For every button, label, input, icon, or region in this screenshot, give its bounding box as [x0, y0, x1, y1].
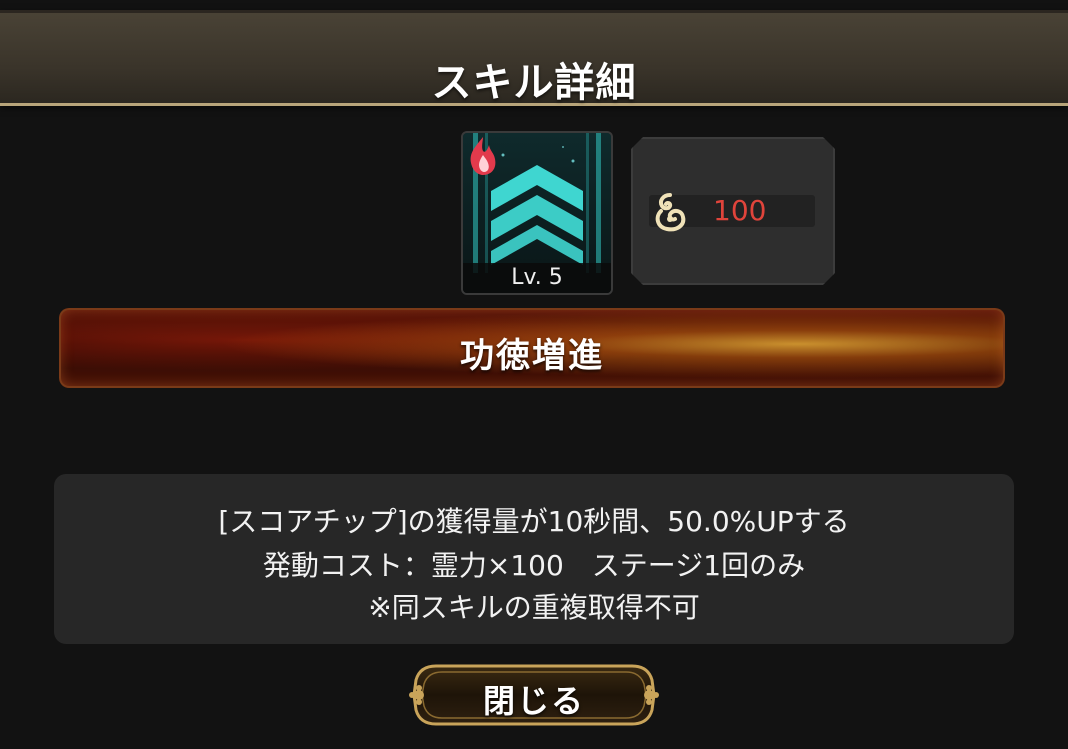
dialog-header: スキル詳細 [0, 10, 1068, 106]
skill-name-banner: 功徳増進 [59, 308, 1005, 388]
skill-cost-box: 100 [631, 137, 835, 285]
skill-icon-card: Lv. 5 [461, 131, 613, 295]
header-top-edge [0, 10, 1068, 13]
description-line-3: ※同スキルの重複取得不可 [368, 591, 700, 624]
description-line-1: [スコアチップ]の獲得量が10秒間、50.0%UPする [218, 505, 850, 538]
dialog-title: スキル詳細 [431, 60, 637, 106]
description-line-2: 発動コスト：霊力×100 ステージ1回のみ [262, 549, 806, 582]
spirit-icon [647, 189, 693, 235]
skill-description-box: [スコアチップ]の獲得量が10秒間、50.0%UPする 発動コスト：霊力×100… [54, 474, 1014, 644]
cost-value: 100 [713, 194, 767, 227]
skill-detail-dialog: スキル詳細 Lv. 5 100 功徳増進 [スコアチップ]の獲得量が10秒間、5… [0, 0, 1068, 749]
close-button[interactable]: 閉じる [408, 660, 660, 730]
fire-icon [470, 137, 496, 175]
skill-level: Lv. 5 [463, 263, 611, 293]
skill-name: 功徳増進 [460, 336, 604, 376]
close-button-label: 閉じる [482, 682, 585, 720]
